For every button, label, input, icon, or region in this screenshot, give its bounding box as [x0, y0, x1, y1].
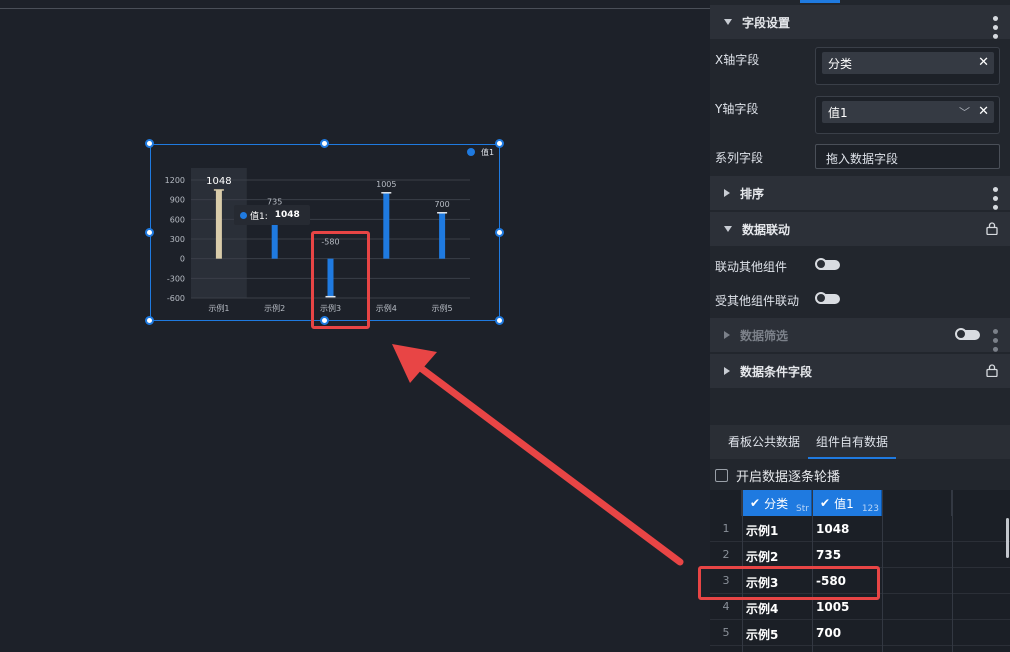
cell-category[interactable]: 示例2 [746, 548, 778, 565]
section-title: 排序 [740, 186, 765, 201]
check-icon: ✔ [820, 496, 831, 510]
series-field-label: 系列字段 [715, 151, 764, 165]
section-field-settings[interactable]: 字段设置 ••• [710, 5, 1010, 41]
expand-icon [724, 189, 730, 197]
data-source-tabs: 看板公共数据 组件自有数据 [710, 425, 1010, 459]
column-name: 分类 [764, 496, 789, 511]
lock-icon [986, 222, 998, 235]
y-field-dropzone[interactable]: 值1 ﹀ ✕ [815, 96, 1000, 134]
lock-icon [986, 364, 998, 377]
cell-category[interactable]: 示例1 [746, 522, 778, 539]
series-field-dropzone[interactable]: 拖入数据字段 [815, 144, 1000, 169]
row-number: 5 [722, 626, 730, 639]
linked-by-others-label: 受其他组件联动 [715, 294, 800, 308]
grid-divider [882, 490, 883, 652]
section-title: 数据联动 [742, 222, 791, 237]
carousel-checkbox[interactable] [715, 469, 728, 482]
column-type: 123 [861, 504, 879, 514]
property-panel: 字段设置 ••• X轴字段 分类 ✕ Y轴字段 值1 ﹀ ✕ 系列字段 拖入数据… [698, 0, 1010, 652]
expand-icon [724, 331, 730, 339]
cell-value[interactable]: 735 [816, 548, 841, 562]
more-icon[interactable]: ••• [986, 14, 1002, 41]
cell-category[interactable]: 示例4 [746, 600, 778, 617]
row-number: 2 [722, 548, 730, 561]
tab-own-data[interactable]: 组件自有数据 [808, 425, 897, 459]
link-others-toggle[interactable] [815, 258, 840, 270]
cell-value[interactable]: 1005 [816, 600, 849, 614]
collapse-icon [724, 226, 732, 232]
more-icon[interactable]: ••• [986, 327, 1002, 354]
annotation-arrow [392, 344, 684, 566]
row-number: 1 [722, 522, 730, 535]
remove-icon[interactable]: ✕ [978, 55, 989, 70]
cell-value[interactable]: 700 [816, 626, 841, 640]
link-others-label: 联动其他组件 [715, 260, 788, 274]
expand-icon [724, 367, 730, 375]
collapse-icon [724, 19, 732, 25]
grid-column-header[interactable]: ✔ 值1 123 [812, 490, 882, 516]
panel-active-tab-indicator [800, 0, 840, 3]
cell-value[interactable]: 1048 [816, 522, 849, 536]
section-data-linkage[interactable]: 数据联动 [710, 212, 1010, 246]
y-field-chip[interactable]: 值1 ﹀ ✕ [822, 101, 994, 123]
tab-public-data[interactable]: 看板公共数据 [720, 425, 808, 459]
linked-by-others-toggle[interactable] [815, 292, 840, 304]
section-title: 数据条件字段 [740, 364, 813, 379]
x-field-value: 分类 [828, 56, 853, 71]
column-type: Str [796, 504, 809, 514]
section-title: 字段设置 [742, 15, 791, 30]
y-field-value: 值1 [828, 105, 848, 120]
grid-empty-header [882, 490, 952, 516]
grid-column-header[interactable]: ✔ 分类 Str [742, 490, 812, 516]
y-field-label: Y轴字段 [715, 102, 759, 116]
row-number: 4 [722, 600, 730, 613]
table-row[interactable]: 1 示例1 1048 [710, 516, 1010, 542]
section-data-filter[interactable]: 数据筛选 ••• [710, 318, 1010, 354]
section-condition-field[interactable]: 数据条件字段 [710, 354, 1010, 388]
check-icon: ✔ [750, 496, 761, 510]
more-icon[interactable]: ••• [986, 185, 1002, 212]
grid-corner [710, 490, 742, 516]
x-field-label: X轴字段 [715, 53, 760, 67]
data-filter-toggle[interactable] [955, 328, 980, 340]
cell-category[interactable]: 示例5 [746, 626, 778, 643]
carousel-option[interactable]: 开启数据逐条轮播 [715, 466, 840, 485]
x-field-dropzone[interactable]: 分类 ✕ [815, 47, 1000, 85]
remove-icon[interactable]: ✕ [978, 104, 989, 119]
section-title: 数据筛选 [740, 328, 789, 343]
carousel-label: 开启数据逐条轮播 [736, 470, 841, 485]
highlight-box-grid-row [698, 566, 880, 600]
column-name: 值1 [834, 496, 854, 511]
table-row[interactable]: 5 示例5 700 [710, 620, 1010, 646]
design-canvas[interactable]: 1200 900 600 300 0 -300 -600 1048 示例1 735 示例2 -580 示… [0, 0, 710, 652]
section-sort[interactable]: 排序 ••• [710, 176, 1010, 212]
table-row[interactable]: 2 示例2 735 [710, 542, 1010, 568]
chevron-down-icon[interactable]: ﹀ [959, 104, 970, 120]
grid-divider [952, 490, 953, 652]
x-field-chip[interactable]: 分类 ✕ [822, 52, 994, 74]
grid-scrollbar[interactable] [1006, 518, 1009, 558]
